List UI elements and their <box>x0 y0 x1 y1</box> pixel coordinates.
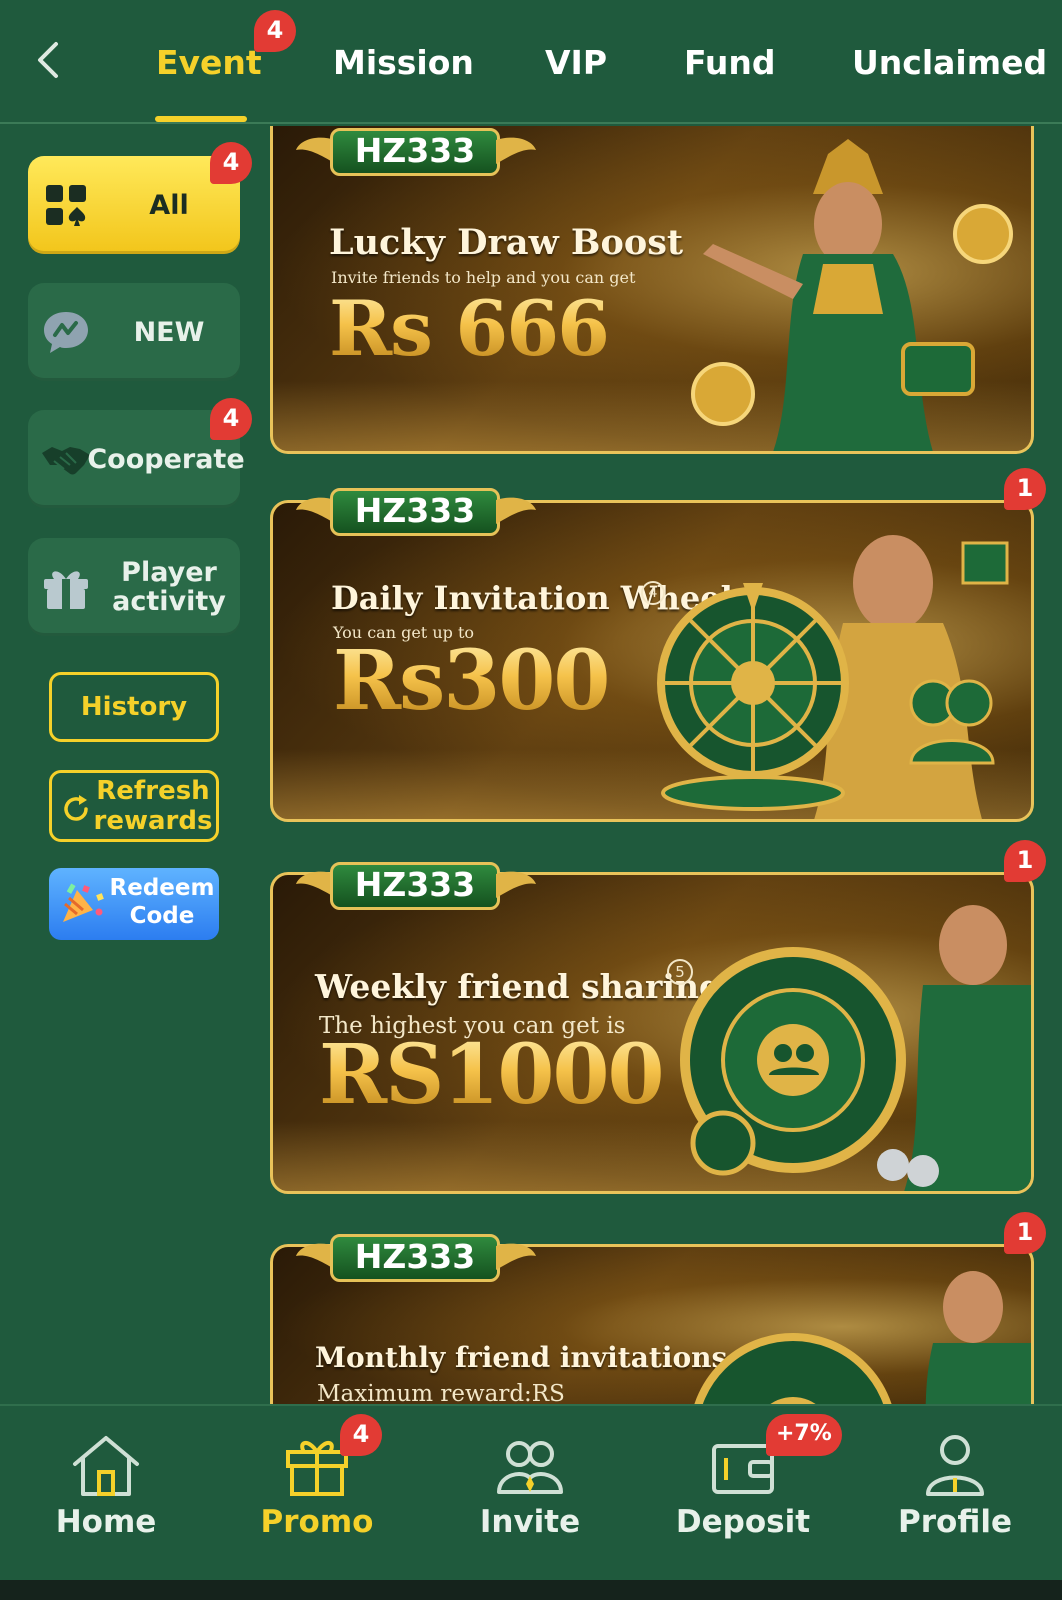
nav-invite-label: Invite <box>479 1504 581 1540</box>
monthly-wheel-illustration-icon <box>689 1271 1031 1424</box>
tab-fund[interactable]: Fund <box>684 38 776 88</box>
tab-unclaimed[interactable]: Unclaimed <box>852 38 1047 88</box>
banner-amount: RS1000 <box>319 1027 665 1123</box>
banner-4-badge: 1 <box>1004 1212 1046 1254</box>
brand-logo-text: HZ333 <box>330 128 500 176</box>
tab-mission[interactable]: Mission <box>333 38 474 88</box>
handshake-icon <box>42 447 90 475</box>
nav-home-label: Home <box>55 1504 157 1540</box>
nav-profile[interactable]: Profile <box>870 1432 1040 1542</box>
users-icon <box>497 1441 563 1494</box>
category-cooperate-badge: 4 <box>210 398 252 440</box>
category-new[interactable]: NEW <box>28 283 240 381</box>
wing-right-icon <box>496 137 536 164</box>
refresh-rewards-label: Refresh rewards <box>93 776 213 836</box>
nav-invite[interactable]: Invite <box>445 1432 615 1542</box>
banner-headline: Monthly friend invitations <box>315 1341 728 1374</box>
promo-badge: 4 <box>340 1414 382 1456</box>
banner-headline: Lucky Draw Boost <box>329 222 684 263</box>
banner-headline: Weekly friend sharing <box>315 967 723 1006</box>
top-nav: Event 4 Mission VIP Fund Unclaimed <box>0 0 1062 124</box>
category-all[interactable]: All <box>28 156 240 254</box>
friend-wheel-illustration-icon <box>680 905 1031 1191</box>
back-arrow-icon[interactable] <box>28 38 72 82</box>
active-tab-indicator <box>155 116 247 122</box>
nav-deposit-label: Deposit <box>675 1504 811 1540</box>
category-all-badge: 4 <box>210 142 252 184</box>
wing-right-icon <box>496 1243 536 1270</box>
brand-logo-text: HZ333 <box>330 488 500 536</box>
redeem-code-label: Redeem Code <box>109 875 215 929</box>
banner-amount: Rs300 <box>333 633 610 729</box>
tab-vip[interactable]: VIP <box>545 38 607 88</box>
nav-promo-label: Promo <box>260 1504 374 1540</box>
deposit-bonus-badge: +7% <box>766 1414 842 1456</box>
banner-3-badge: 1 <box>1004 840 1046 882</box>
event-badge: 4 <box>254 10 296 52</box>
banner-weekly-friend-sharing[interactable]: Weekly friend sharing The highest you ca… <box>270 872 1034 1194</box>
history-button[interactable]: History <box>49 672 219 742</box>
nav-home[interactable]: Home <box>21 1432 191 1542</box>
category-new-label: NEW <box>133 316 205 348</box>
prize-wheel-illustration-icon <box>657 535 1009 819</box>
banner-2-badge: 1 <box>1004 468 1046 510</box>
chat-bubble-icon <box>44 312 88 353</box>
grid-icon <box>46 185 86 226</box>
redeem-code-button[interactable]: Redeem Code <box>49 868 219 940</box>
person-icon <box>926 1435 984 1496</box>
refresh-rewards-button[interactable]: Refresh rewards <box>49 770 219 842</box>
brand-logo: HZ333 <box>296 1228 536 1290</box>
goddess-illustration-icon <box>691 139 1013 451</box>
tab-event[interactable]: Event <box>156 38 262 88</box>
nav-profile-label: Profile <box>898 1504 1012 1540</box>
confetti-icon <box>63 883 104 922</box>
step-number-badge: 4 <box>641 581 665 605</box>
brand-logo-text: HZ333 <box>330 862 500 910</box>
category-player-activity-label: Player activity <box>112 557 226 617</box>
category-cooperate[interactable]: Cooperate <box>28 410 245 508</box>
wing-right-icon <box>496 497 536 524</box>
brand-logo-text: HZ333 <box>330 1234 500 1282</box>
home-indicator-strip <box>0 1580 1062 1600</box>
brand-logo: HZ333 <box>296 482 536 544</box>
brand-logo: HZ333 <box>296 122 536 184</box>
wing-right-icon <box>496 871 536 898</box>
home-icon <box>73 1436 139 1496</box>
banner-daily-invitation-wheel[interactable]: Daily Invitation Wheel You can get up to… <box>270 500 1034 822</box>
banner-amount: Rs 666 <box>329 284 610 373</box>
gift-box-icon <box>44 571 88 609</box>
refresh-icon <box>64 795 88 821</box>
category-player-activity[interactable]: Player activity <box>28 538 240 636</box>
brand-logo: HZ333 <box>296 856 536 918</box>
